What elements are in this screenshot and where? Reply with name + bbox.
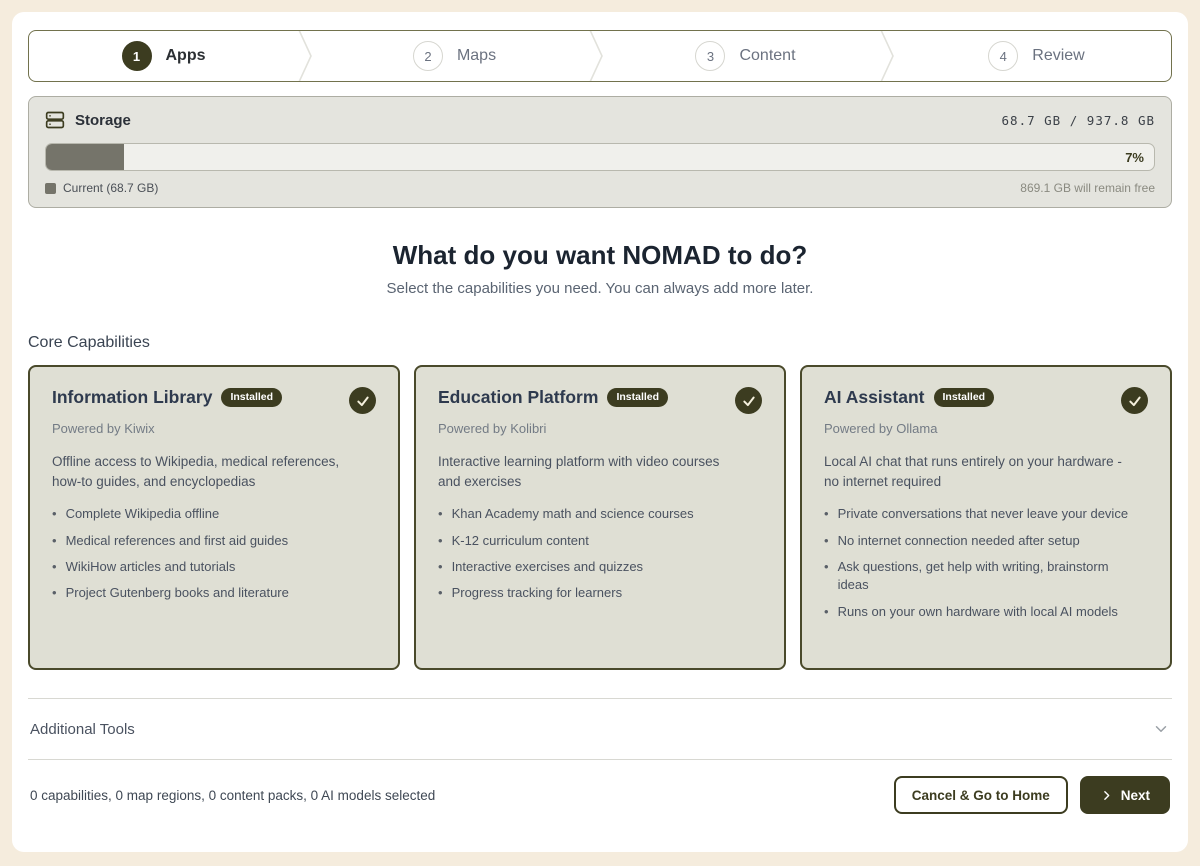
selected-check-icon: [735, 387, 762, 414]
bullet-glyph: •: [438, 505, 443, 523]
card-description: Local AI chat that runs entirely on your…: [824, 452, 1124, 491]
core-capabilities-heading: Core Capabilities: [28, 334, 1172, 352]
feature-item: •Interactive exercises and quizzes: [438, 558, 748, 576]
installed-badge: Installed: [607, 388, 668, 407]
next-button-label: Next: [1121, 788, 1150, 803]
storage-usage-text: 68.7 GB / 937.8 GB: [1002, 113, 1155, 128]
feature-item: •Ask questions, get help with writing, b…: [824, 558, 1134, 595]
bullet-glyph: •: [824, 505, 829, 523]
additional-tools-label: Additional Tools: [30, 721, 135, 738]
step-apps-label: Apps: [166, 47, 206, 65]
setup-wizard-panel: 1 Apps 2 Maps 3 Content 4 Review: [12, 12, 1188, 852]
step-review-label: Review: [1032, 47, 1084, 65]
bullet-glyph: •: [52, 558, 57, 576]
feature-item: •No internet connection needed after set…: [824, 532, 1134, 550]
step-maps-label: Maps: [457, 47, 496, 65]
storage-remaining-text: 869.1 GB will remain free: [1020, 181, 1155, 195]
bullet-glyph: •: [52, 532, 57, 550]
step-content-label: Content: [739, 47, 795, 65]
feature-item: •Runs on your own hardware with local AI…: [824, 603, 1134, 621]
bullet-glyph: •: [52, 505, 57, 523]
page-title: What do you want NOMAD to do?: [28, 240, 1172, 271]
feature-item: •WikiHow articles and tutorials: [52, 558, 362, 576]
bullet-glyph: •: [824, 532, 829, 550]
card-description: Offline access to Wikipedia, medical ref…: [52, 452, 352, 491]
bullet-glyph: •: [438, 584, 443, 602]
storage-progress-bar: 7%: [45, 143, 1155, 171]
storage-percent-label: 7%: [1125, 144, 1144, 170]
step-separator-icon: [880, 31, 902, 81]
card-description: Interactive learning platform with video…: [438, 452, 738, 491]
installed-badge: Installed: [934, 388, 995, 407]
selected-check-icon: [349, 387, 376, 414]
card-powered-by: Powered by Ollama: [824, 421, 1148, 436]
card-feature-list: •Private conversations that never leave …: [824, 505, 1148, 621]
card-information-library[interactable]: Information Library Installed Powered by…: [28, 365, 400, 670]
card-feature-list: •Complete Wikipedia offline •Medical ref…: [52, 505, 376, 603]
step-content-number: 3: [695, 41, 725, 71]
step-maps[interactable]: 2 Maps: [320, 31, 589, 81]
card-title: AI Assistant: [824, 387, 925, 408]
step-separator-icon: [298, 31, 320, 81]
legend-current-label: Current (68.7 GB): [63, 181, 158, 195]
step-apps-number: 1: [122, 41, 152, 71]
step-maps-number: 2: [413, 41, 443, 71]
chevron-right-icon: [1100, 789, 1113, 802]
card-title: Information Library: [52, 387, 212, 408]
bullet-glyph: •: [438, 532, 443, 550]
storage-panel: Storage 68.7 GB / 937.8 GB 7% Current (6…: [28, 96, 1172, 208]
cancel-go-home-button[interactable]: Cancel & Go to Home: [894, 776, 1068, 814]
storage-legend: Current (68.7 GB): [45, 181, 158, 195]
card-feature-list: •Khan Academy math and science courses •…: [438, 505, 762, 603]
step-apps[interactable]: 1 Apps: [29, 31, 298, 81]
storage-server-icon: [45, 110, 65, 130]
card-education-platform[interactable]: Education Platform Installed Powered by …: [414, 365, 786, 670]
feature-item: •Khan Academy math and science courses: [438, 505, 748, 523]
additional-tools-toggle[interactable]: Additional Tools: [28, 699, 1172, 759]
storage-title: Storage: [75, 112, 131, 129]
bullet-glyph: •: [438, 558, 443, 576]
step-review[interactable]: 4 Review: [902, 31, 1171, 81]
card-powered-by: Powered by Kolibri: [438, 421, 762, 436]
bullet-glyph: •: [824, 603, 829, 621]
chevron-down-icon[interactable]: [1152, 720, 1170, 738]
installed-badge: Installed: [221, 388, 282, 407]
feature-item: •Project Gutenberg books and literature: [52, 584, 362, 602]
step-review-number: 4: [988, 41, 1018, 71]
wizard-stepper: 1 Apps 2 Maps 3 Content 4 Review: [28, 30, 1172, 82]
selection-summary: 0 capabilities, 0 map regions, 0 content…: [30, 788, 435, 803]
card-ai-assistant[interactable]: AI Assistant Installed Powered by Ollama…: [800, 365, 1172, 670]
feature-item: •Complete Wikipedia offline: [52, 505, 362, 523]
feature-item: •Progress tracking for learners: [438, 584, 748, 602]
capability-cards: Information Library Installed Powered by…: [28, 365, 1172, 670]
card-title: Education Platform: [438, 387, 598, 408]
storage-progress-fill: [46, 144, 124, 170]
feature-item: •K-12 curriculum content: [438, 532, 748, 550]
feature-item: •Medical references and first aid guides: [52, 532, 362, 550]
feature-item: •Private conversations that never leave …: [824, 505, 1134, 523]
cancel-button-label: Cancel & Go to Home: [912, 788, 1050, 803]
step-content[interactable]: 3 Content: [611, 31, 880, 81]
bullet-glyph: •: [52, 584, 57, 602]
bullet-glyph: •: [824, 558, 829, 595]
selected-check-icon: [1121, 387, 1148, 414]
step-separator-icon: [589, 31, 611, 81]
next-button[interactable]: Next: [1080, 776, 1170, 814]
page-subtitle: Select the capabilities you need. You ca…: [28, 280, 1172, 297]
wizard-footer: 0 capabilities, 0 map regions, 0 content…: [28, 759, 1172, 814]
legend-current-swatch: [45, 183, 56, 194]
card-powered-by: Powered by Kiwix: [52, 421, 376, 436]
